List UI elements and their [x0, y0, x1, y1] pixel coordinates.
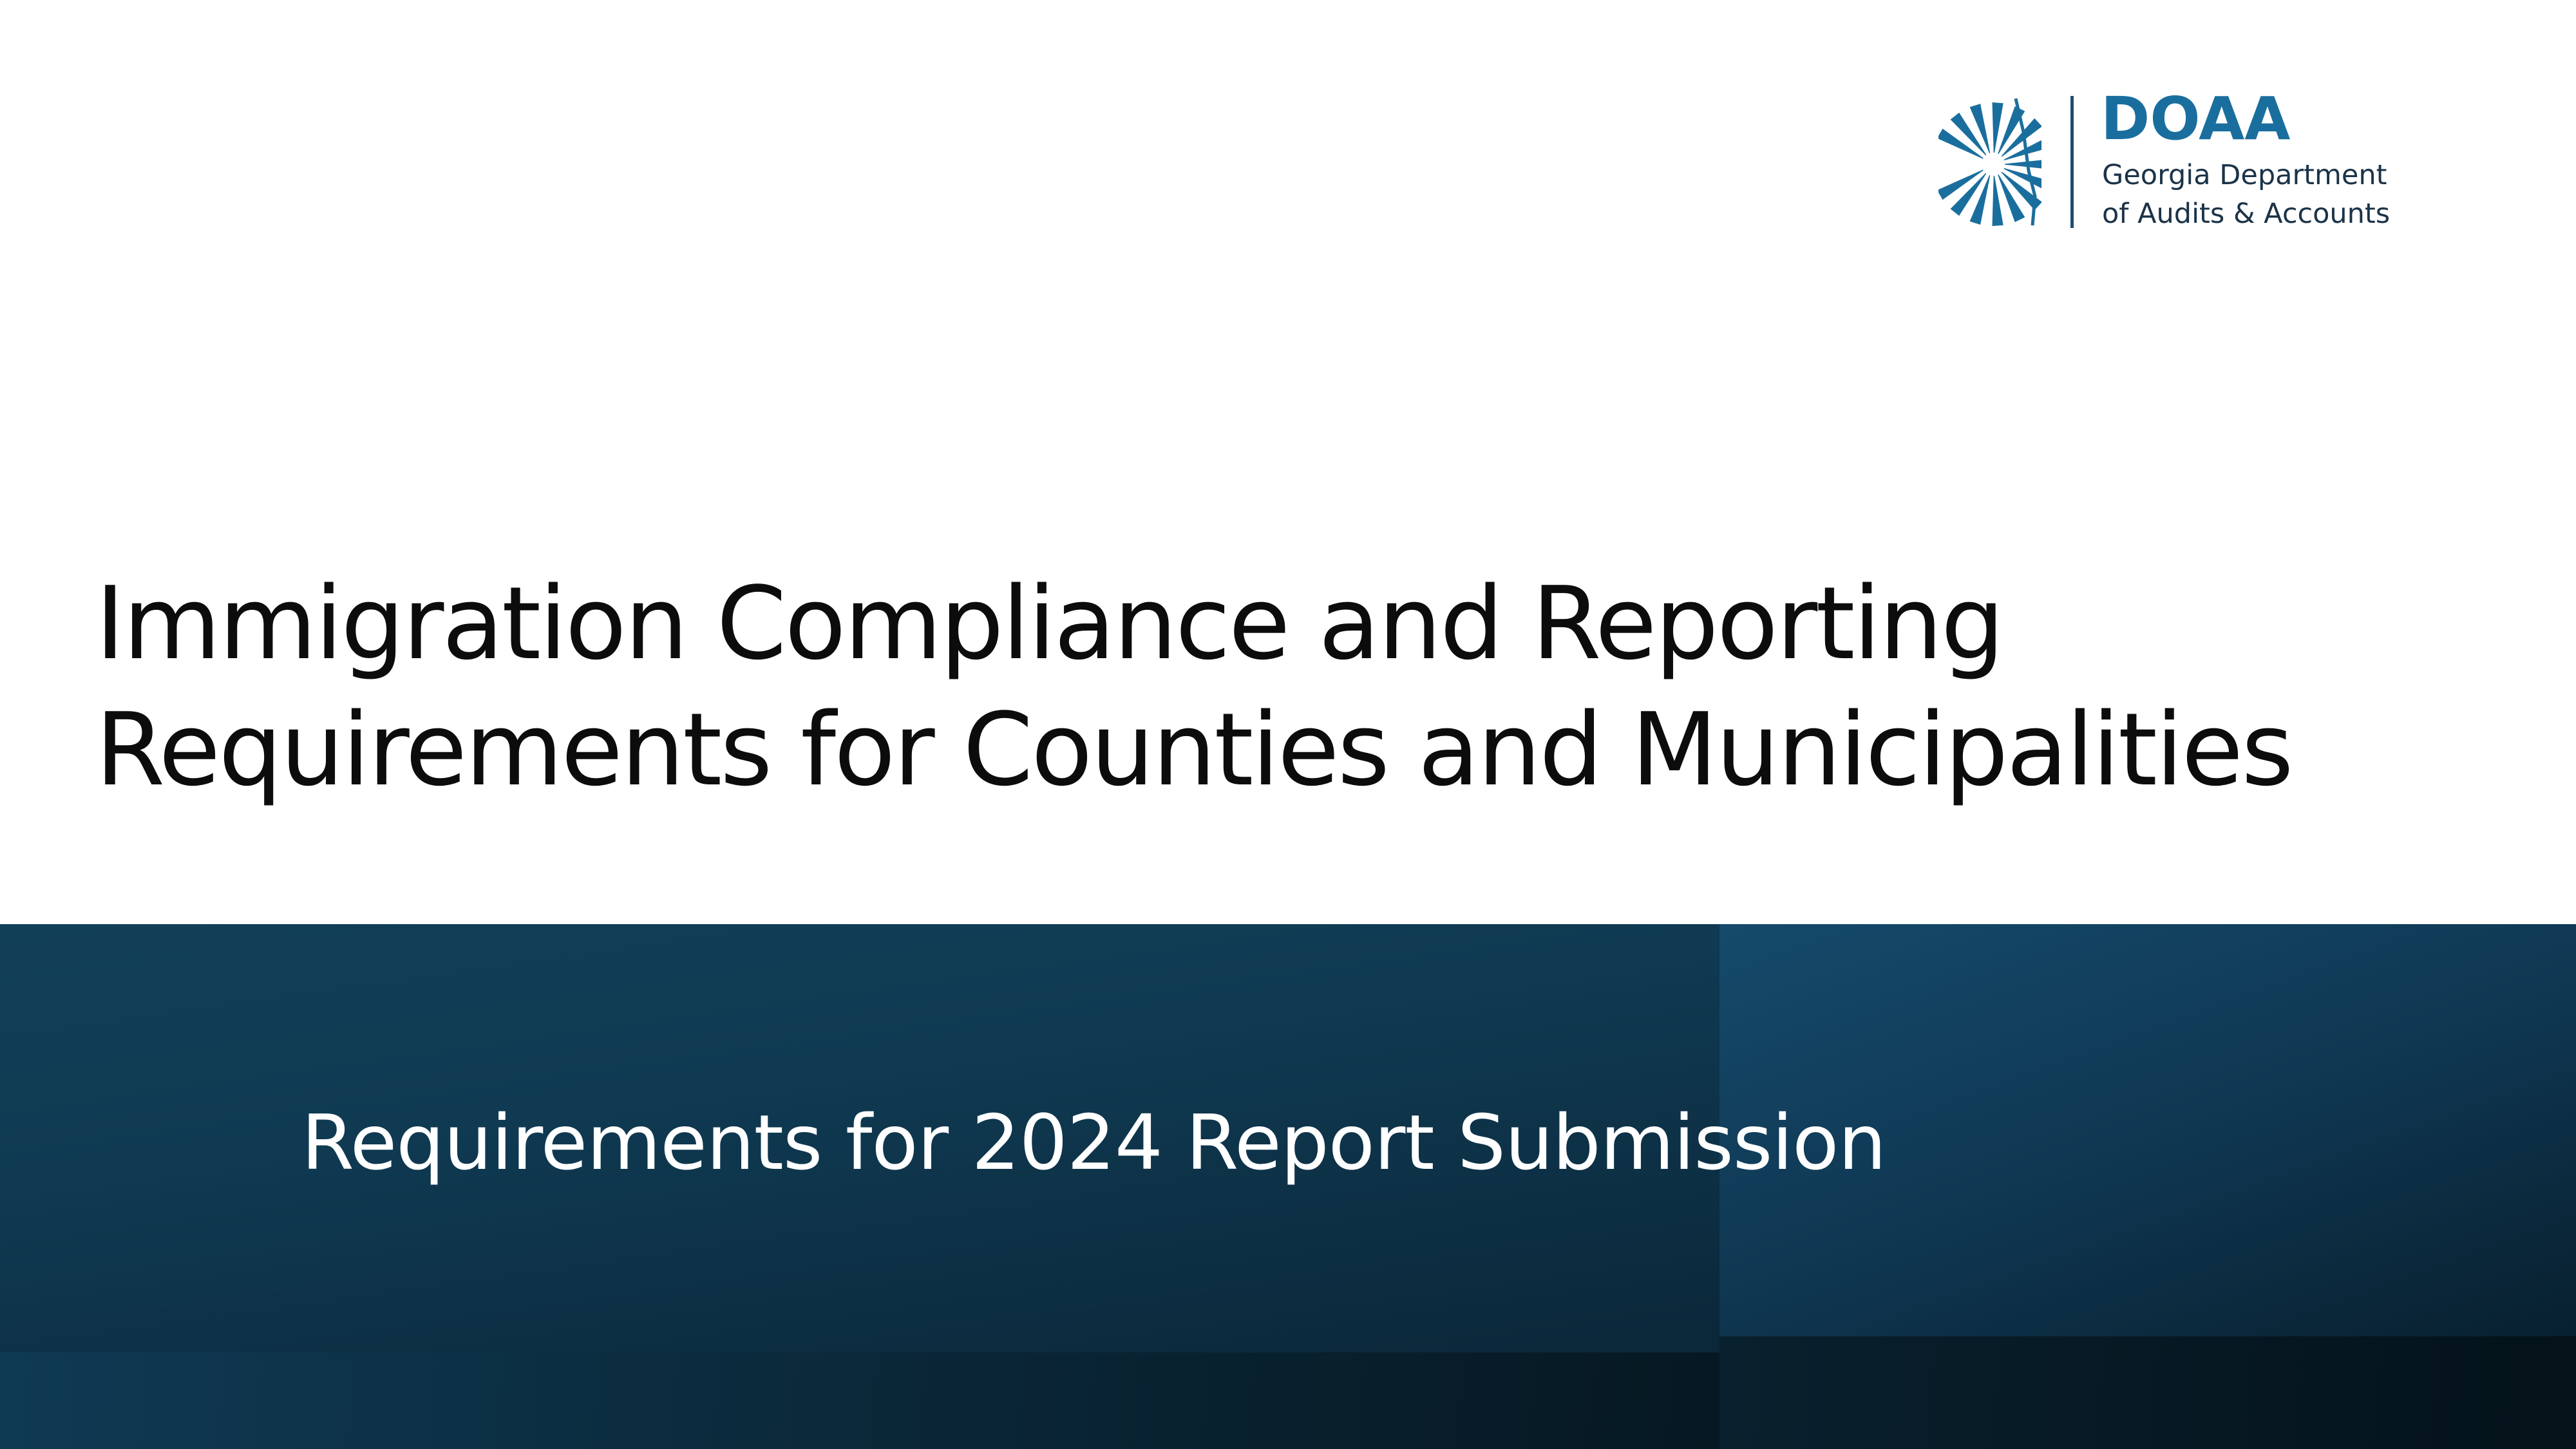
band-lower-right-strip [1719, 1336, 2576, 1449]
slide-subtitle: Requirements for 2024 Report Submission [301, 1098, 1886, 1187]
georgia-state-sunburst-icon [1938, 98, 2041, 226]
logo-name-line-1: Georgia Department [2102, 159, 2387, 191]
slide-title-line-2: Requirements for Counties and Municipali… [95, 691, 2294, 808]
slide-title: Immigration Compliance and Reporting Req… [95, 560, 2478, 813]
doaa-logo: DOAA Georgia Department of Audits & Acco… [1938, 84, 2391, 232]
band-lower-strip [0, 1352, 1719, 1449]
logo-divider [2070, 96, 2074, 228]
bottom-band: Requirements for 2024 Report Submission [0, 924, 2576, 1449]
title-slide: DOAA Georgia Department of Audits & Acco… [0, 0, 2576, 1449]
logo-name-line-2: of Audits & Accounts [2102, 198, 2391, 230]
logo-abbreviation: DOAA [2101, 84, 2291, 153]
slide-title-line-1: Immigration Compliance and Reporting [95, 565, 2005, 682]
